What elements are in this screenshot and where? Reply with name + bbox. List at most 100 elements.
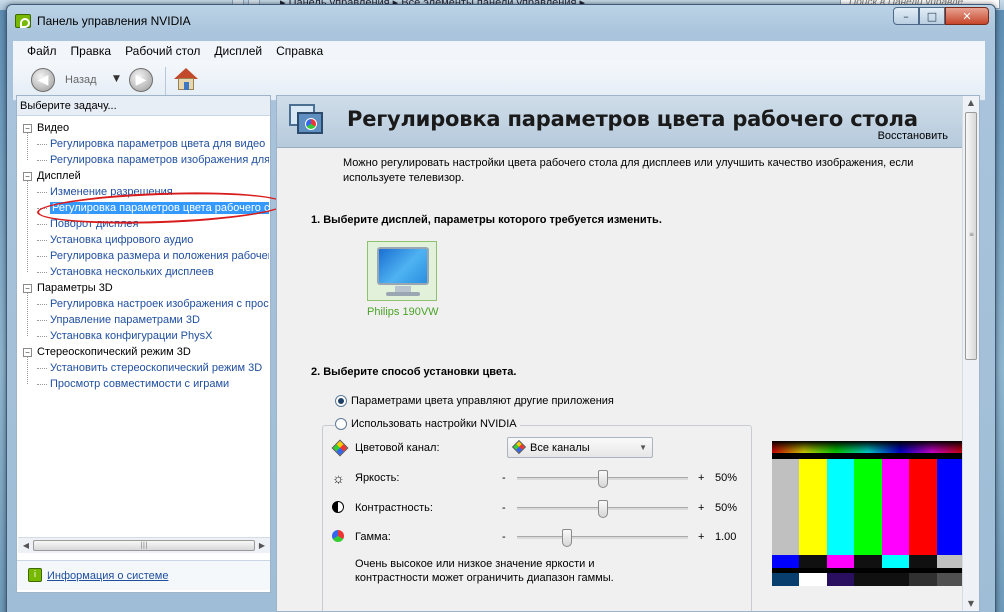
tree-item[interactable]: Управление параметрами 3D [23, 312, 269, 328]
window-title: Панель управления NVIDIA [37, 14, 191, 28]
forward-button[interactable]: ▶ [129, 68, 153, 92]
scroll-left-icon[interactable]: ◀ [20, 540, 32, 551]
collapse-toggle-icon[interactable]: − [23, 172, 32, 181]
task-tree: − Видео Регулировка параметров цвета для в… [23, 120, 269, 550]
slider-label: Гамма: [355, 531, 391, 543]
slider-thumb[interactable] [598, 500, 608, 518]
step2-heading: 2. Выберите способ установки цвета. [311, 366, 517, 378]
tree-category[interactable]: − Видео [23, 120, 269, 136]
slider-plus[interactable]: + [698, 502, 704, 514]
close-button[interactable]: ✕ [945, 7, 989, 25]
tree-category[interactable]: − Параметры 3D [23, 280, 269, 296]
tree-item[interactable]: Регулировка размера и положения рабочего… [23, 248, 269, 264]
tree-category[interactable]: − Дисплей [23, 168, 269, 184]
back-label[interactable]: Назад [65, 74, 97, 86]
titlebar[interactable]: Панель управления NVIDIA – □ ✕ [7, 5, 995, 31]
menu-file[interactable]: Файл [27, 44, 57, 58]
radio-button-checked[interactable] [335, 395, 347, 407]
menu-display[interactable]: Дисплей [214, 44, 262, 58]
monitor-icon [377, 247, 429, 285]
task-pane-horizontal-scrollbar[interactable]: ◀ ||| ▶ [18, 537, 270, 553]
nvidia-logo-icon [15, 14, 31, 28]
vertical-scrollbar-thumb[interactable]: ≡ [965, 112, 977, 360]
channel-option-icon [511, 439, 527, 455]
tree-label: Управление параметрами 3D [50, 314, 200, 326]
tree-item[interactable]: Регулировка параметров цвета для видео [23, 136, 269, 152]
page-description: Можно регулировать настройки цвета рабоч… [343, 157, 914, 184]
tree-item[interactable]: Регулировка настроек изображения с просм… [23, 296, 269, 312]
tree-label: Регулировка настроек изображения с просм… [50, 298, 269, 310]
slider-thumb[interactable] [598, 470, 608, 488]
slider-minus[interactable]: - [502, 472, 506, 484]
radio-button-unchecked[interactable] [335, 418, 347, 430]
task-pane: Выберите задачу... − Видео Регулировка пар… [16, 95, 271, 593]
scroll-right-icon[interactable]: ▶ [256, 540, 268, 551]
page-header: Регулировка параметров цвета рабочего ст… [277, 96, 964, 148]
scrollbar-thumb[interactable]: ||| [33, 540, 255, 551]
collapse-toggle-icon[interactable]: − [23, 348, 32, 357]
tree-item[interactable]: Установить стереоскопический режим 3D [23, 360, 269, 376]
slider-minus[interactable]: - [502, 502, 506, 514]
slider-track[interactable] [517, 470, 688, 488]
menu-help[interactable]: Справка [276, 44, 323, 58]
scroll-down-icon[interactable]: ▼ [965, 599, 977, 611]
color-test-pattern [772, 441, 964, 586]
system-info-bar: i Информация о системе [17, 560, 270, 590]
tree-label: Дисплей [37, 170, 81, 182]
slider-plus[interactable]: + [698, 472, 704, 484]
content-vertical-scrollbar[interactable]: ▲ ≡ ▼ [962, 96, 979, 611]
arrow-right-icon: ▶ [135, 72, 147, 88]
home-button[interactable] [173, 67, 199, 93]
slider-value: 50% [715, 472, 738, 484]
tree-item[interactable]: Установка конфигурации PhysX [23, 328, 269, 344]
tree-label: Установка нескольких дисплеев [50, 266, 214, 278]
slider-label: Контрастность: [355, 502, 433, 514]
menu-bar: Файл Правка Рабочий стол Дисплей Справка [13, 41, 985, 61]
color-channel-label: Цветовой канал: [355, 442, 440, 454]
radio-nvidia-settings[interactable]: Использовать настройки NVIDIA [335, 418, 520, 430]
slider-track[interactable] [517, 529, 688, 547]
toolbar-separator [165, 67, 166, 95]
tree-category[interactable]: − Стереоскопический режим 3D [23, 344, 269, 360]
tree-label: Регулировка параметров цвета для видео [50, 138, 266, 150]
content-pane: Регулировка параметров цвета рабочего ст… [276, 95, 980, 612]
system-info-link[interactable]: Информация о системе [47, 570, 168, 582]
menu-desktop[interactable]: Рабочий стол [125, 44, 200, 58]
sun-icon: ☼ [332, 470, 345, 486]
slider-track[interactable] [517, 500, 688, 518]
tree-item[interactable]: Установка цифрового аудио [23, 232, 269, 248]
minimize-button[interactable]: – [893, 7, 919, 25]
tree-label: Регулировка параметров изображения для в… [50, 154, 269, 166]
slider-plus[interactable]: + [698, 531, 704, 543]
slider-label: Яркость: [355, 472, 400, 484]
gamma-icon [332, 530, 344, 542]
tree-label: Регулировка размера и положения рабочего… [50, 250, 269, 262]
tree-item[interactable]: Установка нескольких дисплеев [23, 264, 269, 280]
slider-thumb[interactable] [562, 529, 572, 547]
display-name-label[interactable]: Philips 190VW [367, 306, 439, 318]
maximize-button[interactable]: □ [919, 7, 945, 25]
radio-nvidia-label: Использовать настройки NVIDIA [351, 418, 517, 430]
tree-label: Просмотр совместимости с играми [50, 378, 230, 390]
slider-minus[interactable]: - [502, 531, 506, 543]
menu-edit[interactable]: Правка [71, 44, 112, 58]
radio-other-apps[interactable]: Параметрами цвета управляют другие прило… [335, 395, 614, 407]
info-icon: i [28, 568, 42, 582]
collapse-toggle-icon[interactable]: − [23, 124, 32, 133]
collapse-toggle-icon[interactable]: − [23, 284, 32, 293]
tree-item[interactable]: Просмотр совместимости с играми [23, 376, 269, 392]
display-selector-philips[interactable] [367, 241, 437, 301]
page-title: Регулировка параметров цвета рабочего ст… [347, 107, 918, 131]
step1-heading: 1. Выберите дисплей, параметры которого … [311, 214, 662, 226]
tree-label: Установка цифрового аудио [50, 234, 194, 246]
tree-item[interactable]: Регулировка параметров изображения для в… [23, 152, 269, 168]
arrow-left-icon: ◀ [37, 72, 49, 88]
restore-defaults-link[interactable]: Восстановить [878, 130, 948, 142]
history-dropdown-icon[interactable]: ▼ [113, 74, 120, 84]
back-button[interactable]: ◀ [31, 68, 55, 92]
tree-label: Видео [37, 122, 70, 134]
scroll-up-icon[interactable]: ▲ [965, 98, 977, 110]
chevron-down-icon[interactable]: ▼ [639, 443, 647, 452]
color-channel-select[interactable]: Все каналы ▼ [507, 437, 653, 458]
radio-other-apps-label: Параметрами цвета управляют другие прило… [351, 395, 614, 407]
